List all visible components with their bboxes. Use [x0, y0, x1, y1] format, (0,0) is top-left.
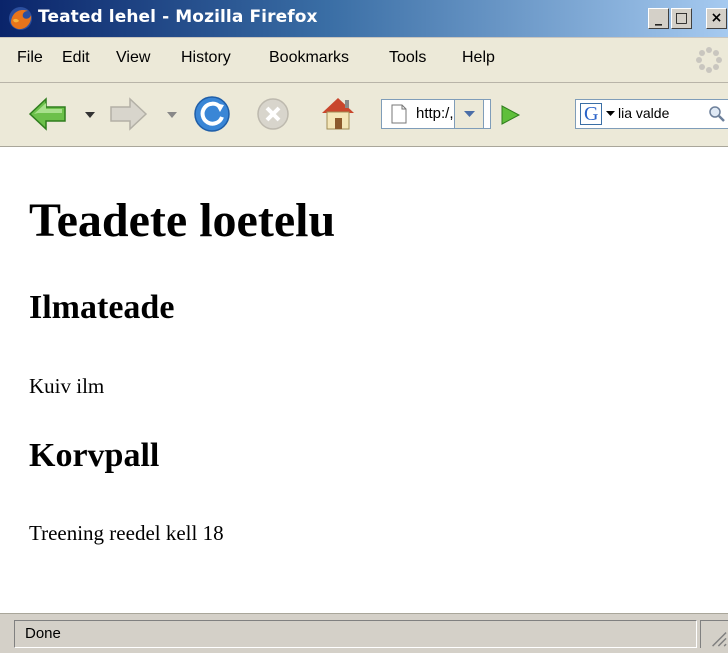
- title-bar[interactable]: Teated lehel - Mozilla Firefox _ □ ×: [0, 0, 728, 38]
- throbber-icon: [696, 47, 722, 73]
- chevron-down-icon: [464, 111, 475, 117]
- url-dropdown-button[interactable]: [454, 99, 484, 129]
- close-glyph: ×: [710, 10, 723, 26]
- section-text-korvpall: Treening reedel kell 18: [29, 521, 224, 545]
- status-text: Done: [25, 625, 61, 642]
- section-heading-ilmateade: Ilmateade: [29, 289, 175, 326]
- menu-help[interactable]: Help: [462, 49, 495, 67]
- stop-icon[interactable]: [256, 97, 290, 131]
- back-arrow-icon[interactable]: [28, 97, 68, 131]
- menu-view[interactable]: View: [116, 49, 150, 67]
- menu-file[interactable]: File: [17, 49, 43, 67]
- status-bar: Done: [0, 613, 728, 653]
- firefox-icon: [9, 7, 32, 30]
- magnifier-icon[interactable]: [708, 105, 726, 123]
- google-icon: G: [584, 103, 599, 125]
- window-title: Teated lehel - Mozilla Firefox: [38, 7, 318, 27]
- forward-dropdown-icon[interactable]: [167, 112, 177, 119]
- page-content: Teadete loetelu Ilmateade Kuiv ilm Korvp…: [0, 147, 728, 613]
- back-dropdown-icon[interactable]: [85, 112, 95, 119]
- search-field[interactable]: G lia valde: [575, 99, 728, 129]
- browser-window: Teated lehel - Mozilla Firefox _ □ × Fil…: [0, 0, 728, 653]
- page-title: Teadete loetelu: [29, 194, 336, 247]
- resize-grip-icon[interactable]: [700, 620, 728, 648]
- go-arrow-icon[interactable]: [498, 103, 522, 127]
- menu-bar: File Edit View History Bookmarks Tools H…: [0, 38, 728, 83]
- section-text-ilmateade: Kuiv ilm: [29, 374, 105, 398]
- section-heading-korvpall: Korvpall: [29, 437, 160, 474]
- maximize-glyph: □: [674, 10, 689, 26]
- menu-bookmarks[interactable]: Bookmarks: [269, 49, 349, 67]
- menu-history[interactable]: History: [181, 49, 231, 67]
- minimize-button[interactable]: _: [648, 8, 669, 29]
- forward-arrow-icon[interactable]: [108, 97, 148, 131]
- search-engine-button[interactable]: G: [580, 103, 602, 125]
- home-icon[interactable]: [318, 94, 358, 132]
- reload-icon[interactable]: [193, 95, 231, 133]
- search-input[interactable]: lia valde: [618, 105, 686, 121]
- menu-tools[interactable]: Tools: [389, 49, 426, 67]
- menu-edit[interactable]: Edit: [62, 49, 90, 67]
- minimize-glyph: _: [655, 10, 662, 26]
- navigation-toolbar: http:/, G lia valde: [0, 83, 728, 147]
- search-engine-dropdown-icon: [606, 111, 615, 116]
- status-panel: Done: [14, 620, 697, 648]
- page-icon: [391, 104, 407, 124]
- close-button[interactable]: ×: [706, 8, 727, 29]
- maximize-button[interactable]: □: [671, 8, 692, 29]
